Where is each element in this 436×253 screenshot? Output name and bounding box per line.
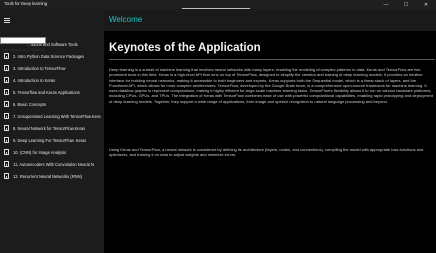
page-title: Keynotes of the Application [109,42,261,54]
list-item[interactable]: 5. Tensorflow and Keras Applications [0,86,104,98]
document-icon [4,101,9,107]
keynotes-paragraph-2: Using Keras and TensorFlow, a neural net… [109,147,424,158]
list-item[interactable]: 10. (CNN) for Image Analysis [0,146,104,158]
document-icon [4,137,9,143]
app-title: Tools for Deep learning [4,1,48,6]
document-icon [4,173,9,179]
document-icon [4,77,9,83]
list-item[interactable]: 12. Recurrent Neural Networks (RNN) [0,170,104,182]
window-controls: — ☐ ✕ [376,0,436,9]
hamburger-menu-icon[interactable] [4,18,10,23]
list-item[interactable]: 3. Introduction to TensorFlow [0,62,104,74]
header-band: Welcome [104,9,436,31]
search-input[interactable] [1,47,45,53]
list-item-label: 9. Deep Learning For TensorFlow. Keras [13,137,87,143]
document-icon [4,149,9,155]
minimize-button[interactable]: — [376,0,396,9]
close-button[interactable]: ✕ [416,0,436,9]
list-item[interactable]: 6. Basic Concepts [0,98,104,110]
main-content: Welcome Keynotes of the Application Deep… [104,9,436,253]
document-icon [4,65,9,71]
document-icon [4,125,9,131]
list-item[interactable]: 11. Autoencoders With Convolution Neural… [0,158,104,170]
document-icon [4,89,9,95]
list-item[interactable]: 4. Introduction to Keras [0,74,104,86]
list-item-label: 8. Neural Network for TensorFlow.Keras [13,125,86,131]
welcome-heading: Welcome [109,15,143,24]
list-item-label: 7. Unsupervised Learning With TensorFlow… [13,113,101,119]
list-item-label: 6. Basic Concepts [13,101,46,107]
list-item-label: 2. Intro Python Data Science Packages [13,53,85,59]
list-item-label: 12. Recurrent Neural Networks (RNN) [13,173,82,179]
document-icon [4,161,9,167]
document-icon [4,53,9,59]
list-item-label: 4. Introduction to Keras [13,77,56,83]
maximize-button[interactable]: ☐ [396,0,416,9]
divider [109,59,435,60]
sidebar: …ssons and Software Tools 2. Intro Pytho… [0,9,104,253]
list-item[interactable]: 9. Deep Learning For TensorFlow. Keras [0,134,104,146]
search-box [0,37,46,53]
list-item-label: 5. Tensorflow and Keras Applications [13,89,80,95]
list-item[interactable]: 8. Neural Network for TensorFlow.Keras [0,122,104,134]
document-icon [4,113,9,119]
list-item-label: 10. (CNN) for Image Analysis [13,149,67,155]
list-item[interactable]: 7. Unsupervised Learning With TensorFlow… [0,110,104,122]
list-item-label: 3. Introduction to TensorFlow [13,65,66,71]
list-item-label: 11. Autoencoders With Convolution Neural… [13,161,94,167]
keynotes-paragraph-1: Deep learning is a subset of machine lea… [109,67,433,104]
lesson-list: …ssons and Software Tools 2. Intro Pytho… [0,38,104,182]
